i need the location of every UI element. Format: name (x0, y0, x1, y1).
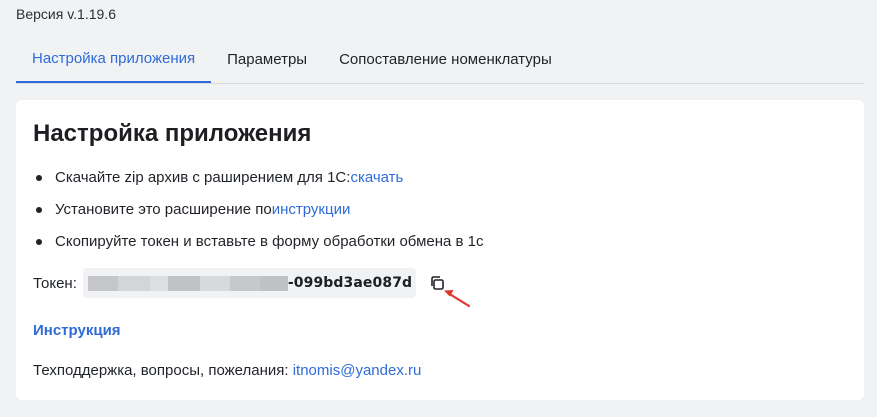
instruction-link[interactable]: Инструкция (33, 322, 121, 339)
bullet-icon (36, 239, 42, 245)
step-text: Скачайте zip архив с раширением для 1С: (55, 169, 351, 186)
token-value[interactable]: -099bd3ae087d (82, 268, 417, 298)
token-row: Токен: -099bd3ae087d (33, 268, 448, 298)
step-text: Установите это расширение по (55, 201, 272, 218)
tab-app-settings[interactable]: Настройка приложения (16, 36, 212, 83)
list-item: Скопируйте токен и вставьте в форму обра… (33, 230, 484, 262)
steps-list: Скачайте zip архив с раширением для 1С: … (33, 166, 484, 262)
list-item: Установите это расширение по инструкции (33, 198, 484, 230)
support-line: Техподдержка, вопросы, пожелания: itnomi… (33, 362, 421, 379)
settings-card: Настройка приложения Скачайте zip архив … (16, 100, 864, 400)
bullet-icon (36, 207, 42, 213)
list-item: Скачайте zip архив с раширением для 1С: … (33, 166, 484, 198)
token-visible-part: -099bd3ae087d (287, 275, 413, 291)
token-redacted (87, 275, 288, 291)
arrow-icon (444, 290, 471, 308)
tab-nomenclature-mapping[interactable]: Сопоставление номенклатуры (323, 36, 568, 83)
download-link[interactable]: скачать (350, 166, 403, 190)
support-email-link[interactable]: itnomis@yandex.ru (293, 362, 422, 379)
bullet-icon (36, 175, 42, 181)
tab-parameters[interactable]: Параметры (211, 36, 323, 83)
tab-bar: Настройка приложения Параметры Сопоставл… (16, 36, 864, 84)
version-label: Версия v.1.19.6 (16, 6, 116, 22)
card-title: Настройка приложения (33, 120, 312, 147)
step-text: Скопируйте токен и вставьте в форму обра… (55, 233, 484, 250)
support-text: Техподдержка, вопросы, пожелания: (33, 362, 293, 379)
token-label: Токен: (33, 274, 77, 292)
instructions-link[interactable]: инструкции (272, 198, 351, 222)
